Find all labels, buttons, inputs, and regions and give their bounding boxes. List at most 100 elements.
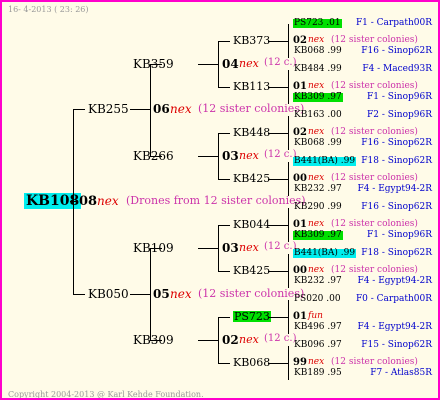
ancestor-id[interactable]: KB068 .99 [293, 47, 343, 56]
ancestor-id[interactable]: PS020 .00 [293, 295, 342, 304]
ancestor-id[interactable]: KB309 .97 [293, 231, 343, 240]
ancestor-id[interactable]: KB309 .97 [293, 93, 343, 102]
parent-1[interactable]: KB255 [88, 103, 129, 115]
ancestor-code: F2 - Sinop96R [367, 110, 432, 120]
parent-2-nex: nex [170, 287, 192, 301]
ancestor-code: F4 - Egypt94-2R [357, 322, 432, 332]
ggp-1[interactable]: KB373 [233, 35, 270, 46]
ancestor-code: F1 - Sinop96R [367, 230, 432, 240]
ggp-7[interactable]: PS723 [233, 311, 271, 322]
ggp-4[interactable]: KB425 [233, 173, 270, 184]
connector [130, 294, 150, 295]
ggp-3-nex: nex [308, 127, 325, 137]
connector [218, 179, 230, 180]
connector [198, 156, 218, 157]
ggp-5-nex: nex [308, 219, 325, 229]
parent-1-gen: 06 [153, 102, 170, 116]
ancestor-code: F0 - Carpath00R [355, 294, 432, 304]
ancestor-id[interactable]: KB189 .95 [293, 369, 343, 378]
connector [73, 294, 85, 295]
connector [268, 271, 288, 272]
parent-2-gen: 05 [153, 287, 170, 301]
ggp-4-note: (12 sister colonies) [331, 173, 418, 183]
connector [73, 109, 74, 294]
ggp-6-note: (12 sister colonies) [331, 265, 418, 275]
ggp-3-gen: 02 [293, 127, 307, 138]
connector [218, 41, 219, 87]
ancestor-code: F18 - Sinop62R [361, 248, 432, 258]
ancestor-id[interactable]: KB232 .97 [293, 185, 343, 194]
ggp-5[interactable]: KB044 [233, 219, 270, 230]
root-gen-number: 08 [79, 194, 98, 209]
ancestor-code: F4 - Egypt94-2R [357, 276, 432, 286]
ggp-8-note: (12 sister colonies) [331, 357, 418, 367]
grandparent-3[interactable]: KB109 [133, 242, 174, 254]
ggp-2[interactable]: KB113 [233, 81, 270, 92]
ancestor-id[interactable]: KB496 .97 [293, 323, 343, 332]
ancestor-id[interactable]: B441(BA) .99 [293, 157, 357, 166]
ancestor-code: F7 - Atlas85R [370, 368, 432, 378]
connector [198, 248, 218, 249]
connector [150, 64, 151, 156]
ggp-6[interactable]: KB425 [233, 265, 270, 276]
connector [218, 225, 230, 226]
ancestor-code: F4 - Egypt94-2R [357, 184, 432, 194]
gp1-gen: 04 [222, 57, 239, 71]
ancestor-id[interactable]: KB232 .97 [293, 277, 343, 286]
grandparent-4[interactable]: KB309 [133, 334, 174, 346]
connector [218, 271, 230, 272]
connector [268, 363, 288, 364]
gp1-note: (12 c.) [264, 57, 297, 68]
connector [150, 248, 151, 340]
ggp-1-nex: nex [308, 35, 325, 45]
gp3-nex: nex [239, 241, 259, 254]
ancestor-code: F15 - Sinop62R [361, 340, 432, 350]
connector [268, 317, 288, 318]
connector [268, 133, 288, 134]
root-nex: nex [97, 194, 119, 208]
connector [218, 87, 230, 88]
copyright: Copyright 2004-2013 @ Karl Kehde Foundat… [8, 390, 204, 399]
connector [218, 225, 219, 271]
connector [198, 340, 218, 341]
parent-2[interactable]: KB050 [88, 288, 129, 300]
ggp-2-note: (12 sister colonies) [331, 81, 418, 91]
ggp-4-nex: nex [308, 173, 325, 183]
connector [198, 64, 218, 65]
connector [268, 179, 288, 180]
ggp-1-note: (12 sister colonies) [331, 35, 418, 45]
ancestor-code: F4 - Maced93R [362, 64, 432, 74]
grandparent-2[interactable]: KB266 [133, 150, 174, 162]
gp3-note: (12 c.) [264, 241, 297, 252]
ancestor-id[interactable]: KB290 .99 [293, 203, 343, 212]
connector [130, 109, 150, 110]
ancestor-id[interactable]: KB484 .99 [293, 65, 343, 74]
ggp-3[interactable]: KB448 [233, 127, 270, 138]
connector [73, 109, 85, 110]
ggp-7-gen: 01 [293, 311, 307, 322]
ancestor-code: F1 - Sinop96R [367, 92, 432, 102]
ggp-4-gen: 00 [293, 173, 307, 184]
ggp-2-nex: nex [308, 81, 325, 91]
ggp-5-gen: 01 [293, 219, 307, 230]
ancestor-id[interactable]: KB163 .00 [293, 111, 343, 120]
ancestor-id[interactable]: KB068 .99 [293, 139, 343, 148]
ggp-6-nex: nex [308, 265, 325, 275]
gp2-gen: 03 [222, 149, 239, 163]
header-date: 16- 4-2013 ( 23: 26) [8, 5, 89, 14]
connector [288, 116, 289, 150]
connector [288, 300, 289, 334]
parent-1-nex: nex [170, 102, 192, 116]
gp4-gen: 02 [222, 333, 239, 347]
ancestor-id[interactable]: PS723 .01 [293, 19, 342, 28]
ancestor-id[interactable]: KB096 .97 [293, 341, 343, 350]
ggp-5-note: (12 sister colonies) [331, 219, 418, 229]
grandparent-1[interactable]: KB359 [133, 58, 174, 70]
pedigree-frame: 16- 4-2013 ( 23: 26) KB108 08 nex (Drone… [0, 0, 440, 400]
connector [288, 162, 289, 196]
ancestor-code: F18 - Sinop62R [361, 156, 432, 166]
ggp-3-note: (12 sister colonies) [331, 127, 418, 137]
ggp-8[interactable]: KB068 [233, 357, 270, 368]
ancestor-id[interactable]: B441(BA) .99 [293, 249, 357, 258]
gp2-nex: nex [239, 149, 259, 162]
